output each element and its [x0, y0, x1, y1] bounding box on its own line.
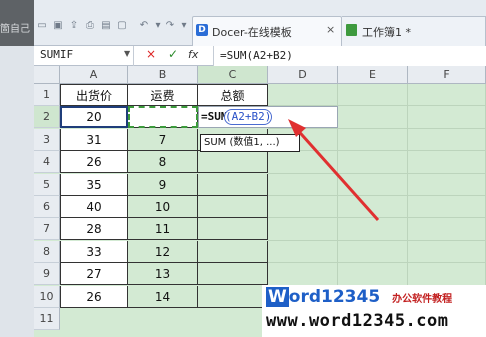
redo-icon[interactable]: ↷	[164, 20, 176, 32]
cell-C7[interactable]	[198, 218, 268, 240]
cell-B8[interactable]: 12	[128, 241, 198, 263]
folder-icon[interactable]: ▭	[36, 20, 48, 32]
name-box-value: SUMIF	[40, 48, 74, 61]
insert-function-button[interactable]: fx	[188, 48, 198, 61]
cell-B6[interactable]: 10	[128, 196, 198, 218]
row-header[interactable]: 3	[34, 129, 60, 151]
select-all-corner[interactable]	[34, 66, 60, 84]
column-header-c[interactable]: C	[198, 66, 268, 84]
watermark-tagline: 办公软件教程	[392, 294, 453, 305]
print-icon[interactable]: ⎙	[84, 20, 96, 32]
cell-A8[interactable]: 33	[60, 241, 128, 263]
row-header[interactable]: 5	[34, 174, 60, 196]
redo-dropdown-icon[interactable]: ▾	[178, 20, 190, 32]
docer-logo-icon: D	[196, 24, 208, 36]
cell-C9[interactable]	[198, 263, 268, 285]
tab-workbook-label: 工作簿1 *	[362, 26, 411, 39]
watermark-logo-ord: ord	[288, 287, 321, 307]
enter-button[interactable]: ✓	[168, 47, 178, 61]
watermark-brand: Word12345 办公软件教程	[266, 287, 452, 307]
column-header-b[interactable]: B	[128, 66, 198, 84]
column-header-f[interactable]: F	[408, 66, 486, 84]
share-icon[interactable]: ⇪	[68, 20, 80, 32]
chevron-down-icon[interactable]: ▼	[124, 49, 130, 58]
cell-A3[interactable]: 31	[60, 129, 128, 151]
formula-input[interactable]: =SUM(A2+B2)	[213, 46, 486, 66]
column-header-d[interactable]: D	[268, 66, 338, 84]
cell-A6[interactable]: 40	[60, 196, 128, 218]
save-icon[interactable]: ▣	[52, 20, 64, 32]
cell-A9[interactable]: 27	[60, 263, 128, 285]
close-icon[interactable]: ×	[326, 23, 335, 36]
active-cell-selection	[60, 106, 128, 128]
undo-dropdown-icon[interactable]: ▾	[152, 20, 164, 32]
cell-A7[interactable]: 28	[60, 218, 128, 240]
cell-C10[interactable]	[198, 286, 268, 308]
cell-B4[interactable]: 8	[128, 151, 198, 173]
tab-docer-label: Docer-在线模板	[212, 26, 292, 39]
edit-reference-highlight[interactable]: (A2+B2)	[224, 109, 272, 125]
row-header[interactable]: 2	[34, 106, 60, 128]
cell-B1[interactable]: 运费	[128, 84, 198, 106]
row-header[interactable]: 9	[34, 263, 60, 285]
watermark-url: www.word12345.com	[266, 311, 449, 331]
cell-B9[interactable]: 13	[128, 263, 198, 285]
copy-format-icon[interactable]: ▢	[116, 20, 128, 32]
cell-A10[interactable]: 26	[60, 286, 128, 308]
cell-A1[interactable]: 出货价	[60, 84, 128, 106]
annotation-arrow	[288, 119, 380, 221]
column-header-a[interactable]: A	[60, 66, 128, 84]
cell-C6[interactable]	[198, 196, 268, 218]
undo-icon[interactable]: ↶	[138, 20, 150, 32]
row-header[interactable]: 8	[34, 241, 60, 263]
gridline	[268, 240, 486, 241]
row-header[interactable]: 7	[34, 218, 60, 240]
row-header[interactable]: 11	[34, 308, 60, 330]
preview-icon[interactable]: ▤	[100, 20, 112, 32]
watermark-logo-num: 12345	[321, 287, 381, 307]
cell-A5[interactable]: 35	[60, 174, 128, 196]
cell-C5[interactable]	[198, 174, 268, 196]
cell-B3[interactable]: 7	[128, 129, 198, 151]
reference-marquee	[128, 106, 198, 128]
row-header[interactable]: 10	[34, 286, 60, 308]
row-header[interactable]: 6	[34, 196, 60, 218]
spreadsheet-icon	[346, 24, 357, 36]
cell-C8[interactable]	[198, 241, 268, 263]
cell-A4[interactable]: 26	[60, 151, 128, 173]
row-header[interactable]: 1	[34, 84, 60, 106]
left-panel-cut-text: 箇自己	[0, 24, 30, 35]
cell-C4[interactable]	[198, 151, 268, 173]
gridline	[268, 262, 486, 263]
cancel-button[interactable]: ×	[146, 47, 156, 61]
row-header[interactable]: 4	[34, 151, 60, 173]
cell-B7[interactable]: 11	[128, 218, 198, 240]
cell-C1[interactable]: 总额	[198, 84, 268, 106]
arrow-shaft	[292, 125, 380, 221]
cell-B5[interactable]: 9	[128, 174, 198, 196]
cell-B10[interactable]: 14	[128, 286, 198, 308]
column-header-e[interactable]: E	[338, 66, 408, 84]
watermark-logo-w: W	[266, 287, 289, 307]
